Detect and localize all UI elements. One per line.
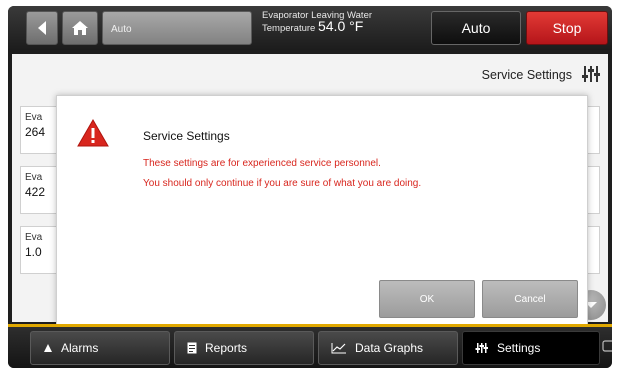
cancel-button[interactable]: Cancel xyxy=(482,280,578,318)
dialog-message-line2: You should only continue if you are sure… xyxy=(143,178,422,189)
home-icon xyxy=(72,21,88,35)
temperature-label-line2: Temperature xyxy=(262,23,316,34)
nav-reports-button[interactable]: Reports xyxy=(174,331,314,365)
dialog-message-line1: These settings are for experienced servi… xyxy=(143,158,381,169)
ok-button[interactable]: OK xyxy=(379,280,475,318)
nav-label: Data Graphs xyxy=(355,341,424,355)
nav-settings-button[interactable]: Settings xyxy=(462,331,600,365)
dialog-title: Service Settings xyxy=(143,129,230,143)
temperature-value: 54.0 °F xyxy=(317,18,364,34)
home-button[interactable] xyxy=(62,11,98,45)
list-item[interactable]: Eva 264 xyxy=(20,106,60,154)
list-item-value: 422 xyxy=(25,185,46,199)
back-button[interactable] xyxy=(26,11,58,45)
sliders-icon xyxy=(475,343,488,353)
stop-button[interactable]: Stop xyxy=(526,11,608,45)
nav-label: Alarms xyxy=(61,341,99,355)
list-item-value: 1.0 xyxy=(25,245,42,259)
bottom-nav: Alarms Reports Data Graphs Settings xyxy=(8,327,612,368)
list-item-label: Eva xyxy=(25,112,43,123)
nav-label: Reports xyxy=(205,341,248,355)
list-item[interactable]: Eva 422 xyxy=(20,166,60,214)
top-bar: Auto Evaporator Leaving Water Temperatur… xyxy=(8,6,612,50)
chat-bubble-icon[interactable] xyxy=(602,339,612,357)
list-item[interactable]: Eva 1.0 xyxy=(20,226,60,274)
device-screen: Auto Evaporator Leaving Water Temperatur… xyxy=(8,6,612,368)
back-arrow-icon xyxy=(38,21,46,35)
bell-icon xyxy=(44,344,52,352)
report-icon xyxy=(187,342,197,354)
list-item-label: Eva xyxy=(25,172,43,183)
temperature-readout: Evaporator Leaving Water Temperature 54.… xyxy=(256,10,424,46)
nav-label: Settings xyxy=(497,341,541,355)
sliders-icon xyxy=(582,66,600,82)
line-chart-icon xyxy=(331,343,346,354)
list-item-label: Eva xyxy=(25,232,43,243)
service-settings-dialog: Service Settings These settings are for … xyxy=(56,95,588,325)
warning-icon xyxy=(77,118,109,147)
nav-alarms-button[interactable]: Alarms xyxy=(30,331,170,365)
list-item-value: 264 xyxy=(25,125,46,139)
nav-data-graphs-button[interactable]: Data Graphs xyxy=(318,331,458,365)
operating-mode-field[interactable]: Auto xyxy=(102,11,252,45)
page-title: Service Settings xyxy=(481,68,572,82)
auto-button[interactable]: Auto xyxy=(431,11,521,45)
